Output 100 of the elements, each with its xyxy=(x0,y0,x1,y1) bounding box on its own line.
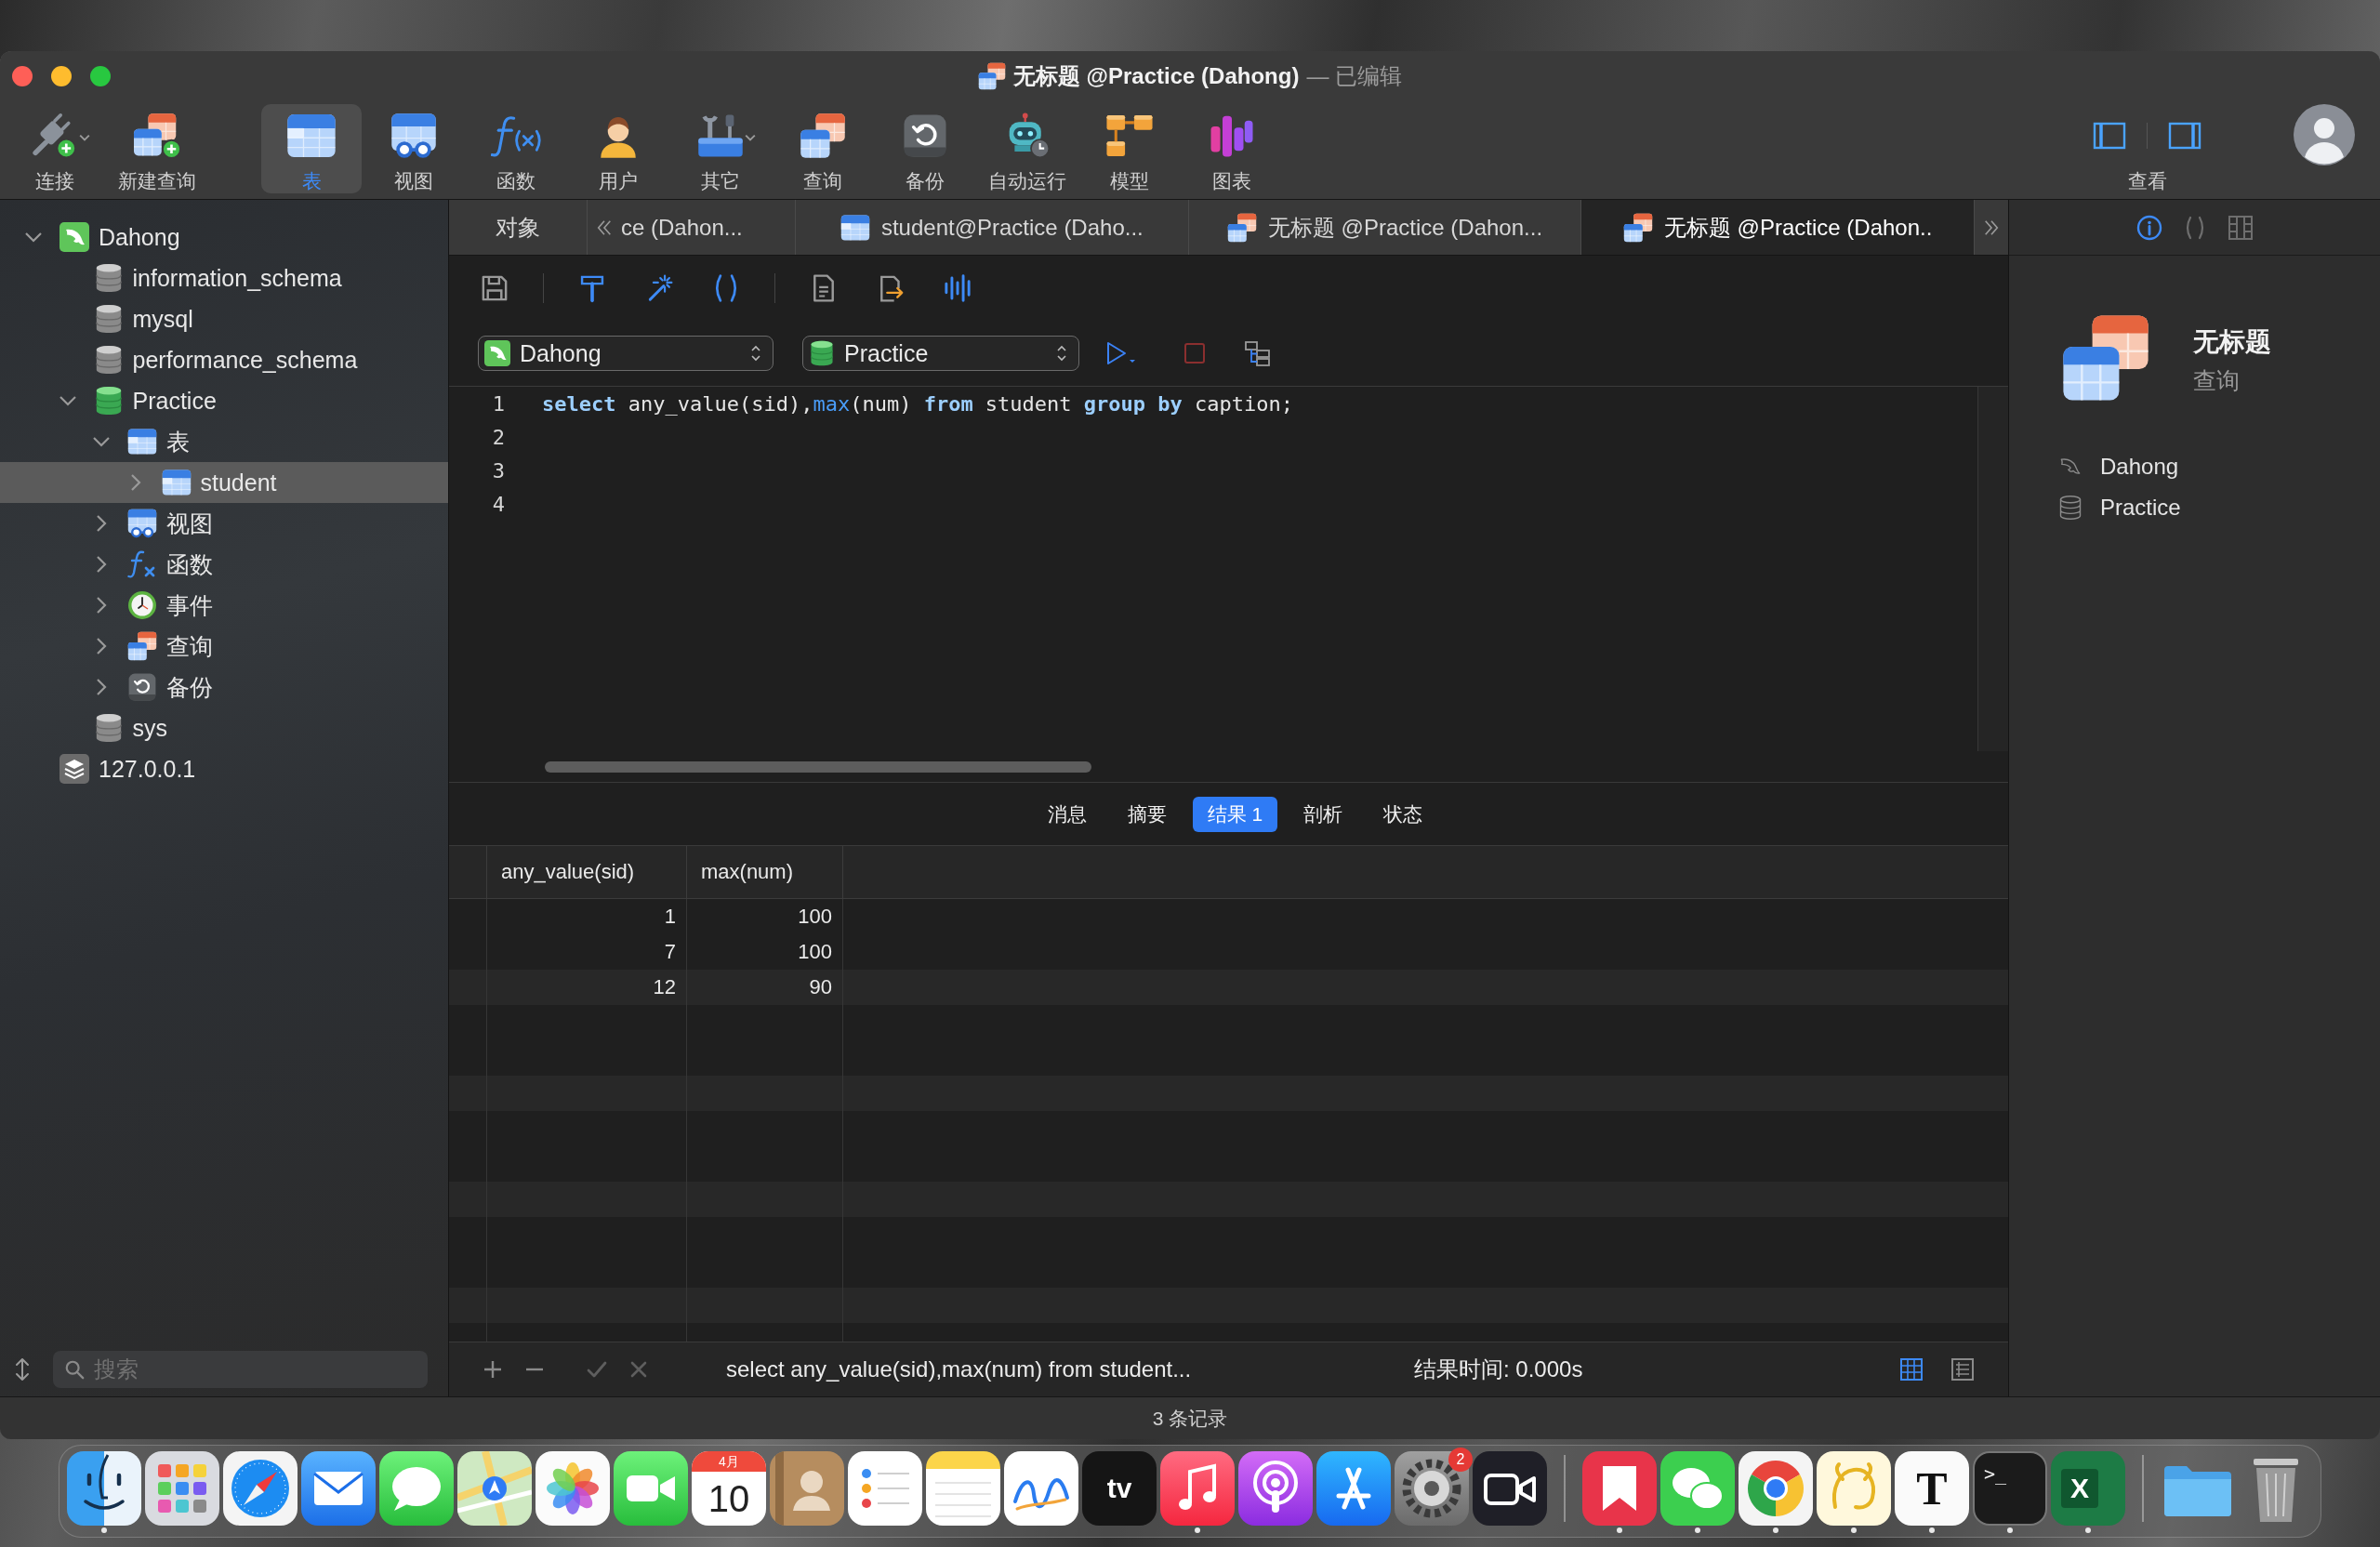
form-view-icon[interactable] xyxy=(1950,1356,1976,1382)
tree-item[interactable]: Practice xyxy=(0,380,448,421)
sort-arrows-icon[interactable] xyxy=(13,1355,32,1382)
tree-item[interactable]: performance_schema xyxy=(0,339,448,380)
terminal-app-icon[interactable]: >_ xyxy=(1973,1451,2047,1526)
columns-icon[interactable] xyxy=(2227,214,2254,241)
contact-book-app-icon[interactable] xyxy=(770,1451,844,1526)
scrollbar-thumb[interactable] xyxy=(545,760,1091,773)
avatar-icon[interactable] xyxy=(2294,104,2355,165)
database-select[interactable]: Practice xyxy=(802,336,1079,371)
result-tab[interactable]: 状态 xyxy=(1368,796,1438,832)
map-app-icon[interactable] xyxy=(457,1451,532,1526)
toolbar-button[interactable]: 用户 xyxy=(568,104,668,193)
stack-icon xyxy=(60,754,89,784)
result-tab[interactable]: 摘要 xyxy=(1112,796,1182,832)
sql-editor[interactable]: 1 select any_value(sid),max(num) from student group by caption; 2 3 4 xyxy=(449,387,2008,782)
app-store-icon[interactable] xyxy=(1316,1451,1391,1526)
tree-item[interactable]: 视图 xyxy=(0,503,448,544)
chevron-icon[interactable] xyxy=(96,555,107,574)
compass-app-icon[interactable] xyxy=(223,1451,298,1526)
up-down-chevron-icon xyxy=(1056,344,1067,363)
flower-app-icon[interactable] xyxy=(536,1451,610,1526)
spreadsheet-app-icon[interactable]: X xyxy=(2051,1451,2125,1526)
chevron-icon[interactable] xyxy=(24,231,43,243)
tv-app-icon[interactable]: tv xyxy=(1082,1451,1157,1526)
chevron-icon[interactable] xyxy=(96,514,107,533)
minimize-window-button[interactable] xyxy=(51,66,72,86)
tree-item[interactable]: student xyxy=(0,462,448,503)
line-number: 1 xyxy=(492,391,505,416)
smiling-face-app-icon[interactable] xyxy=(67,1451,141,1526)
calendar-app-icon[interactable]: 4月 10 xyxy=(692,1451,766,1526)
podcast-app-icon[interactable] xyxy=(1238,1451,1313,1526)
tree-item[interactable]: Dahong xyxy=(0,217,448,258)
plus-icon[interactable] xyxy=(483,1359,503,1380)
toolbar-button[interactable]: 自动运行 xyxy=(977,104,1078,193)
gear-app-icon[interactable] xyxy=(1395,1451,1469,1526)
chevron-icon[interactable] xyxy=(58,395,77,406)
envelope-app-icon[interactable] xyxy=(301,1451,376,1526)
grid-view-icon[interactable] xyxy=(1898,1356,1924,1382)
chevron-icon[interactable] xyxy=(96,678,107,696)
scroll-right-icon[interactable] xyxy=(1983,218,2000,237)
tree-item[interactable]: 表 xyxy=(0,421,448,462)
video-camera-app-icon[interactable] xyxy=(614,1451,688,1526)
tree-item[interactable]: mysql xyxy=(0,298,448,339)
dolphin-icon xyxy=(484,340,510,366)
toolbar-button[interactable]: 视图 xyxy=(364,104,464,193)
camera-app-icon[interactable] xyxy=(1473,1451,1547,1526)
table-icon xyxy=(840,212,870,243)
chevron-icon[interactable] xyxy=(96,637,107,655)
query-icon xyxy=(798,112,848,159)
speech-bubble-app-icon[interactable] xyxy=(379,1451,454,1526)
toolbar-button[interactable]: 模型 xyxy=(1079,104,1180,193)
up-down-chevron-icon xyxy=(750,344,761,363)
result-tab[interactable]: 结果 1 xyxy=(1192,796,1278,832)
notepad-app-icon[interactable] xyxy=(926,1451,1000,1526)
calendar-month: 4月 xyxy=(692,1451,766,1472)
line-number: 2 xyxy=(492,425,505,449)
app-grid-icon[interactable] xyxy=(145,1451,219,1526)
database-icon xyxy=(93,263,124,293)
checklist-app-icon[interactable] xyxy=(848,1451,922,1526)
close-window-button[interactable] xyxy=(12,66,33,86)
info-icon[interactable] xyxy=(2135,214,2162,241)
chevron-icon[interactable] xyxy=(96,596,107,615)
document-tab[interactable]: 无标题 @Practice (Dahon.. xyxy=(1581,200,1975,255)
tree-item[interactable]: sys xyxy=(0,707,448,748)
tree-item[interactable]: 127.0.0.1 xyxy=(0,748,448,789)
tree-item[interactable]: 备份 xyxy=(0,667,448,707)
toolbar-button[interactable]: 查询 xyxy=(773,104,873,193)
connection-select[interactable]: Dahong xyxy=(478,336,774,371)
right-pane-toggle-icon[interactable] xyxy=(2168,122,2202,150)
toolbar-button[interactable]: 备份 xyxy=(875,104,975,193)
column-header[interactable]: any_value(sid) xyxy=(487,846,687,898)
tree-diagram-icon[interactable] xyxy=(1244,340,1272,366)
tricolor-circle-app-icon[interactable] xyxy=(1739,1451,1813,1526)
play-icon[interactable] xyxy=(1104,340,1138,366)
scroll-left-icon[interactable] xyxy=(596,218,613,237)
tree-item[interactable]: 函数 xyxy=(0,544,448,585)
chat-bubbles-app-icon[interactable] xyxy=(1660,1451,1735,1526)
toolbar-button[interactable]: 新建查询 xyxy=(107,104,207,193)
letter-app-icon[interactable]: T xyxy=(1895,1451,1969,1526)
view-label: 查看 xyxy=(2127,169,2167,193)
left-pane-toggle-icon[interactable] xyxy=(2093,122,2126,150)
sketch-app-icon[interactable] xyxy=(1817,1451,1891,1526)
toolbar-button[interactable]: 函数 xyxy=(466,104,566,193)
tree-item[interactable]: information_schema xyxy=(0,258,448,298)
scribble-app-icon[interactable] xyxy=(1004,1451,1078,1526)
tree-item[interactable]: 查询 xyxy=(0,626,448,667)
toolbar-button[interactable]: 图表 xyxy=(1182,104,1282,193)
ribbon-app-icon[interactable] xyxy=(1582,1451,1657,1526)
result-tab[interactable]: 剖析 xyxy=(1289,796,1358,832)
app-icon-label: T xyxy=(1916,1461,1948,1515)
toolbar-button[interactable]: 连接 xyxy=(5,104,105,193)
music-note-app-icon[interactable] xyxy=(1160,1451,1235,1526)
zoom-window-button[interactable] xyxy=(90,66,111,86)
document-tab[interactable]: ce (Dahon... xyxy=(621,200,796,255)
column-header[interactable]: max(num) xyxy=(687,846,843,898)
toolbar-button[interactable]: 其它 xyxy=(670,104,771,193)
chevron-icon[interactable] xyxy=(92,436,111,447)
tree-item[interactable]: 事件 xyxy=(0,585,448,626)
result-tab[interactable]: 消息 xyxy=(1032,796,1102,832)
